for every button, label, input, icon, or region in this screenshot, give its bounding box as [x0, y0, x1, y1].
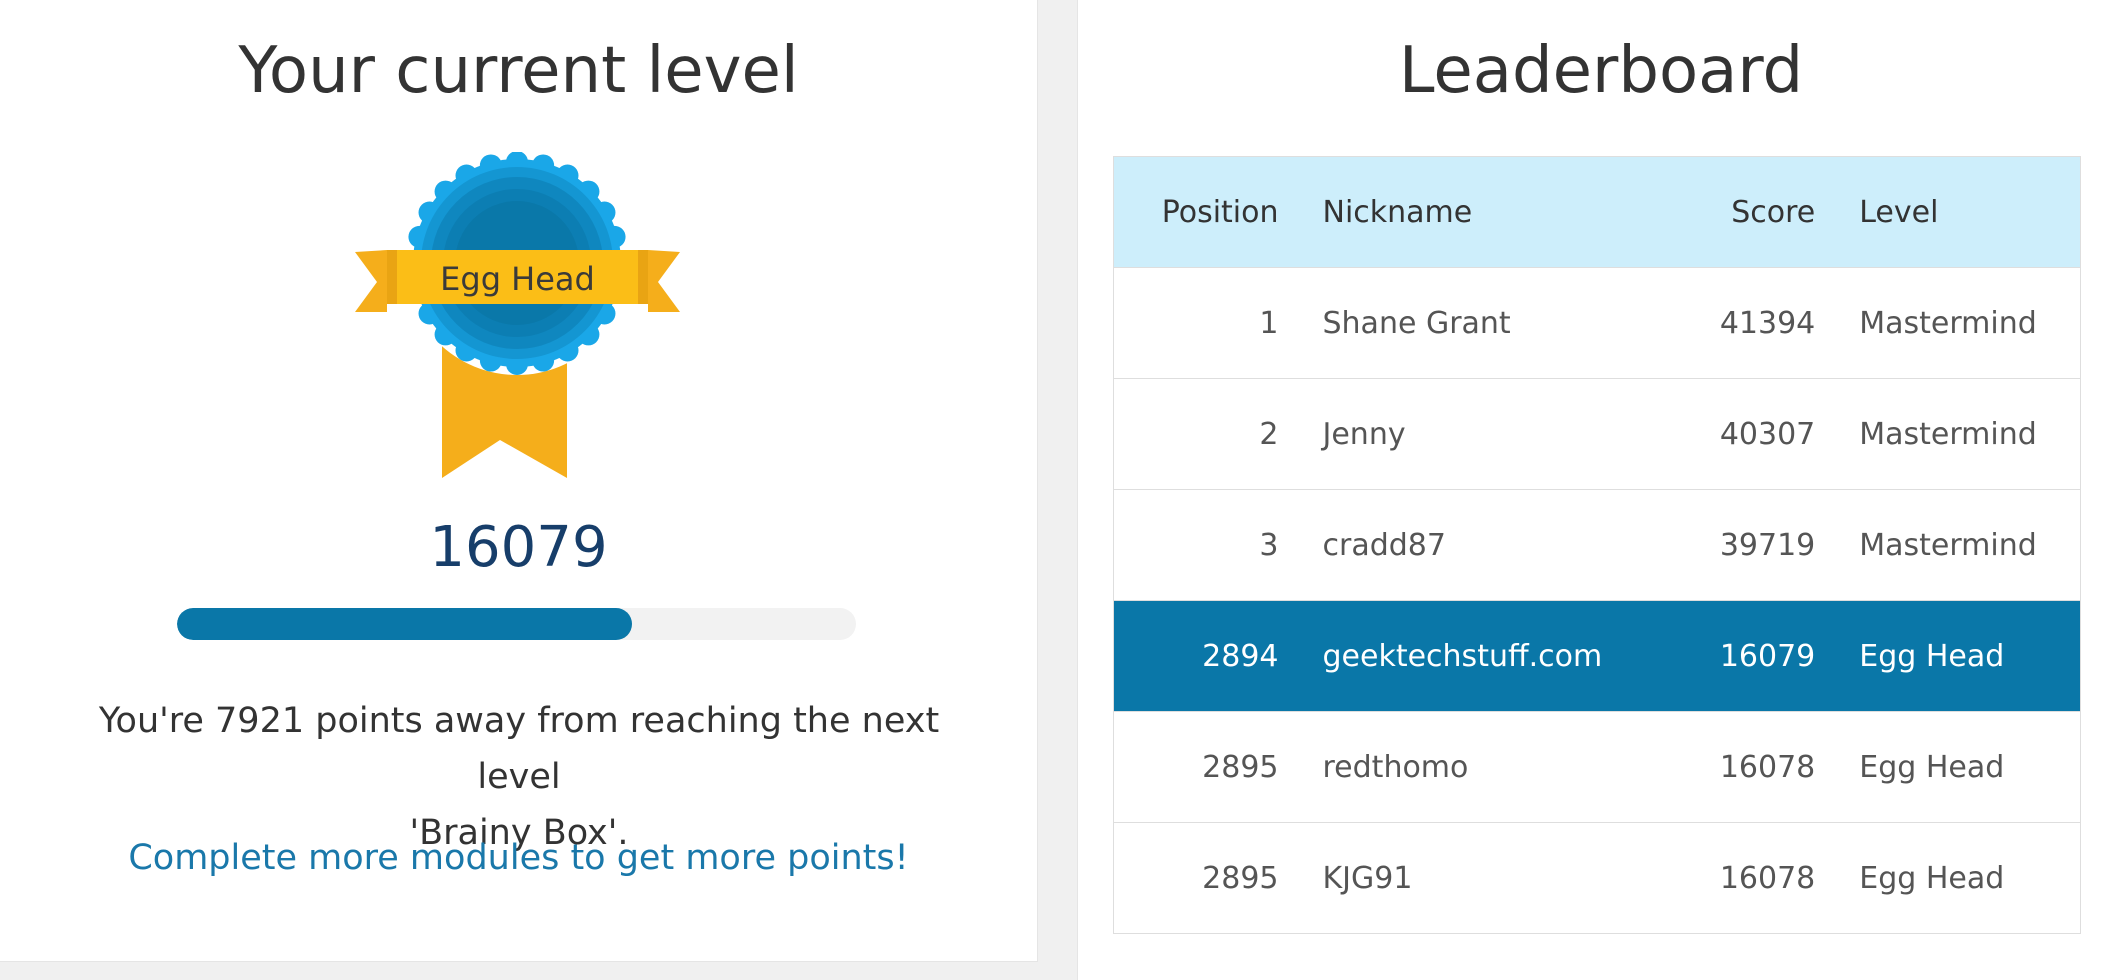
table-row: 3 cradd87 39719 Mastermind — [1113, 489, 2081, 601]
badge-level-label: Egg Head — [440, 260, 595, 298]
leaderboard-title: Leaderboard — [1398, 34, 1804, 108]
table-row: 2895 KJG91 16078 Egg Head — [1113, 822, 2081, 934]
row-score: 41394 — [1719, 305, 1816, 341]
table-row: 2 Jenny 40307 Mastermind — [1113, 378, 2081, 490]
table-row: 2895 redthomo 16078 Egg Head — [1113, 711, 2081, 823]
row-nickname: cradd87 — [1322, 527, 1446, 563]
points-away-text: You're 7921 points away from reaching th… — [60, 693, 978, 861]
table-row: 1 Shane Grant 41394 Mastermind — [1113, 267, 2081, 379]
row-score: 16078 — [1719, 749, 1816, 785]
current-score: 16079 — [429, 515, 608, 580]
table-row-current-user: 2894 geektechstuff.com 16079 Egg Head — [1113, 600, 2081, 712]
row-nickname: Shane Grant — [1322, 305, 1511, 341]
row-nickname: Jenny — [1322, 416, 1406, 452]
current-level-panel: Your current level Egg Head 16079 You're… — [0, 0, 1038, 962]
row-position: 1 — [1259, 305, 1279, 341]
row-score: 16078 — [1719, 860, 1816, 896]
leaderboard-panel: Leaderboard Position Nickname Score Leve… — [1077, 0, 2124, 980]
row-nickname: KJG91 — [1322, 860, 1413, 896]
row-level: Egg Head — [1859, 749, 2005, 785]
row-nickname: redthomo — [1322, 749, 1469, 785]
row-score: 40307 — [1719, 416, 1816, 452]
level-progress-fill — [177, 608, 632, 640]
current-level-title: Your current level — [238, 34, 799, 108]
complete-modules-link[interactable]: Complete more modules to get more points… — [0, 838, 1037, 878]
row-level: Egg Head — [1859, 638, 2005, 674]
row-position: 2 — [1259, 416, 1279, 452]
row-position: 3 — [1259, 527, 1279, 563]
level-progress-bar — [177, 608, 856, 640]
row-score: 39719 — [1719, 527, 1816, 563]
row-level: Mastermind — [1859, 416, 2037, 452]
column-header-level: Level — [1859, 194, 1939, 230]
leaderboard-header-row: Position Nickname Score Level — [1113, 156, 2081, 268]
row-level: Mastermind — [1859, 527, 2037, 563]
column-header-score: Score — [1731, 194, 1816, 230]
row-level: Mastermind — [1859, 305, 2037, 341]
rosette-badge-icon: Egg Head — [355, 152, 680, 482]
leaderboard-table: Position Nickname Score Level 1 Shane Gr… — [1113, 156, 2081, 934]
points-away-line-1: You're 7921 points away from reaching th… — [98, 701, 940, 797]
row-position: 2895 — [1202, 860, 1279, 896]
row-nickname: geektechstuff.com — [1322, 638, 1603, 674]
row-position: 2894 — [1202, 638, 1279, 674]
column-header-nickname: Nickname — [1322, 194, 1473, 230]
row-score: 16079 — [1719, 638, 1816, 674]
column-header-position: Position — [1161, 194, 1279, 230]
row-level: Egg Head — [1859, 860, 2005, 896]
row-position: 2895 — [1202, 749, 1279, 785]
